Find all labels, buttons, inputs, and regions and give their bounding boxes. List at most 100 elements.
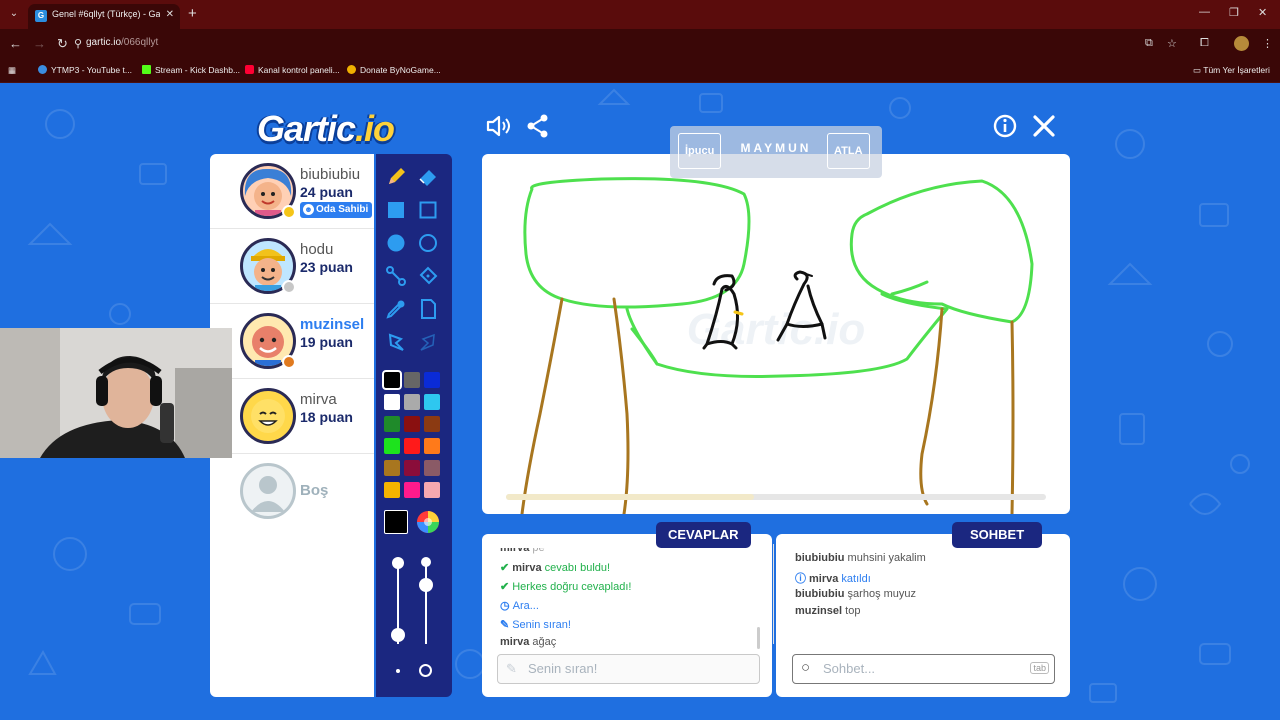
brush-size-top-dot — [392, 557, 404, 569]
drawing: Gartic.io — [520, 177, 1034, 514]
chat-search-icon: ○ — [801, 659, 811, 676]
exit-icon[interactable] — [1031, 113, 1057, 139]
extensions-icon[interactable]: ⧠ — [1200, 37, 1209, 50]
undo-icon[interactable] — [385, 331, 407, 353]
answer-message-correct: ✔ mirva cevabı buldu! — [500, 561, 610, 574]
color-swatch[interactable] — [424, 438, 440, 454]
bookmark-star-icon[interactable]: ☆ — [1167, 37, 1177, 50]
bookmark-ytmp3[interactable]: YTMP3 - YouTube t... — [38, 65, 132, 75]
bynogame-icon — [347, 65, 356, 74]
gartic-logo[interactable]: Gartic.io — [257, 108, 395, 150]
answer-input[interactable] — [528, 661, 728, 676]
color-swatch[interactable] — [404, 460, 420, 476]
player-name: hodu — [300, 241, 334, 258]
color-swatch[interactable] — [424, 416, 440, 432]
status-dot — [282, 355, 296, 369]
color-swatch[interactable] — [424, 482, 440, 498]
color-swatch[interactable] — [404, 394, 420, 410]
tab-search-icon[interactable]: ⌄ — [6, 6, 22, 22]
drawing-canvas[interactable]: Gartic.io — [482, 154, 1070, 514]
forward-icon[interactable]: → — [33, 36, 46, 51]
color-swatch[interactable] — [424, 460, 440, 476]
player-name: muzinsel — [300, 316, 365, 333]
hint-button[interactable]: İpucu — [678, 133, 722, 169]
owner-icon: ☻ — [303, 204, 314, 215]
bookmark-bynogame[interactable]: Donate ByNoGame... — [347, 65, 441, 75]
brush-size-handle[interactable] — [391, 628, 405, 642]
line-tool-icon[interactable] — [385, 265, 407, 287]
install-app-icon[interactable]: ⧉ — [1145, 37, 1153, 50]
url-field[interactable]: gartic.io/066qllyt — [86, 37, 158, 48]
eraser-icon[interactable] — [417, 166, 439, 188]
player-card[interactable]: biubiubiu 24 puan ☻ Oda Sahibi — [210, 154, 374, 229]
minimize-icon[interactable]: — — [1199, 6, 1210, 18]
bookmark-youtube-studio[interactable]: Kanal kontrol paneli... — [245, 65, 340, 75]
color-swatch[interactable] — [404, 482, 420, 498]
redo-icon[interactable] — [417, 331, 439, 353]
color-swatch[interactable] — [384, 416, 400, 432]
pencil-input-icon: ✎ — [506, 661, 517, 676]
back-icon[interactable]: ← — [9, 36, 22, 51]
profile-avatar[interactable] — [1234, 36, 1249, 51]
color-swatch[interactable] — [384, 460, 400, 476]
color-swatch[interactable] — [424, 372, 440, 388]
maximize-icon[interactable]: ❐ — [1229, 6, 1239, 19]
message-user: mirva — [500, 542, 530, 554]
player-card[interactable]: hodu 23 puan — [210, 229, 374, 304]
rectangle-outline-icon[interactable] — [417, 199, 439, 221]
color-swatch[interactable] — [424, 394, 440, 410]
info-icon[interactable] — [992, 113, 1018, 139]
all-bookmarks[interactable]: ▭ Tüm Yer İşaretleri — [1193, 65, 1270, 76]
pencil-icon[interactable] — [385, 166, 407, 188]
opacity-handle[interactable] — [419, 578, 433, 592]
window-close-icon[interactable]: ✕ — [1258, 6, 1267, 19]
color-wheel-icon[interactable] — [416, 510, 440, 534]
browser-menu-icon[interactable]: ⋮ — [1262, 37, 1273, 50]
chat-tab[interactable]: SOHBET — [952, 522, 1043, 548]
drawing-toolbar — [376, 154, 452, 697]
answers-scrollbar[interactable] — [757, 627, 760, 649]
color-swatch[interactable] — [384, 394, 400, 410]
chat-input[interactable] — [823, 661, 1023, 676]
selected-color[interactable] — [384, 510, 408, 534]
filled-rectangle-icon[interactable] — [385, 199, 407, 221]
color-swatch[interactable] — [404, 372, 420, 388]
player-card[interactable]: mirva 18 puan — [210, 379, 374, 454]
color-swatch[interactable] — [384, 438, 400, 454]
chat-input-box[interactable]: ○ tab — [792, 654, 1055, 684]
skip-button[interactable]: ATLA — [827, 133, 870, 169]
answer-input-box[interactable]: ✎ — [497, 654, 760, 684]
clear-page-icon[interactable] — [417, 298, 439, 320]
new-tab-icon[interactable]: + — [188, 5, 197, 22]
chat-message: biubiubiu şarhoş muyuz — [795, 588, 916, 600]
color-swatch[interactable] — [384, 482, 400, 498]
browser-tab[interactable]: G Genel #6qllyt (Türkçe) - Gartic.io ✕ — [28, 4, 180, 29]
site-info-icon[interactable]: ⚲ — [74, 37, 82, 50]
word-hint-box: İpucu MAYMUN ATLA — [670, 126, 882, 178]
answers-tab[interactable]: CEVAPLAR — [656, 522, 751, 548]
tab-close-icon[interactable]: ✕ — [166, 9, 174, 20]
sound-icon[interactable] — [485, 113, 511, 139]
filled-circle-icon[interactable] — [385, 232, 407, 254]
share-icon[interactable] — [525, 113, 551, 139]
brush-size-min-dot — [396, 669, 400, 673]
color-picker-icon[interactable] — [385, 298, 407, 320]
color-swatch[interactable] — [404, 438, 420, 454]
apps-icon[interactable]: ▦ — [8, 65, 16, 76]
folder-icon: ▭ — [1193, 65, 1204, 75]
fill-bucket-icon[interactable] — [417, 265, 439, 287]
circle-outline-icon[interactable] — [417, 232, 439, 254]
address-bar-row: ← → ↻ ⚲ gartic.io/066qllyt ⧉ ☆ ⧠ ⋮ — [0, 29, 1280, 59]
empty-avatar — [240, 463, 296, 519]
message-user: mirva — [512, 562, 542, 574]
avatar — [240, 388, 296, 444]
opacity-slider[interactable] — [425, 564, 427, 644]
bookmark-kick[interactable]: Stream - Kick Dashb... — [142, 65, 240, 75]
empty-player-slot[interactable]: Boş — [210, 454, 374, 529]
player-card-drawing[interactable]: muzinsel 19 puan — [210, 304, 374, 379]
reload-icon[interactable]: ↻ — [57, 36, 68, 52]
color-swatch[interactable] — [404, 416, 420, 432]
kick-icon — [142, 65, 151, 74]
color-swatch[interactable] — [382, 370, 402, 390]
message-user: biubiubiu — [795, 552, 845, 564]
